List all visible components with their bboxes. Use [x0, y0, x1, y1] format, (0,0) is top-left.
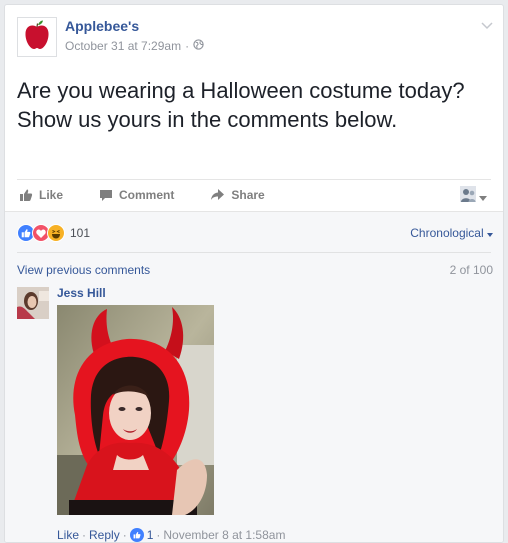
globe-icon[interactable]: [193, 39, 204, 53]
comments-section: 101 Chronological View previous comments…: [5, 211, 503, 542]
comment-bubble-icon: [99, 189, 113, 202]
comment-timestamp[interactable]: November 8 at 1:58am: [163, 528, 285, 542]
reactions-summary[interactable]: 101: [17, 224, 90, 242]
post-meta: October 31 at 7:29am ·: [65, 39, 204, 53]
comment-sort-dropdown[interactable]: Chronological: [410, 226, 493, 240]
post-header: Applebee's October 31 at 7:29am ·: [5, 5, 503, 65]
comment-like-link[interactable]: Like: [57, 528, 79, 542]
divider: [17, 252, 491, 253]
comment-button[interactable]: Comment: [99, 188, 174, 202]
sort-label: Chronological: [410, 226, 484, 240]
like-label: Like: [39, 188, 64, 202]
share-arrow-icon: [210, 189, 225, 201]
reaction-count: 101: [70, 226, 91, 240]
comment-like-badge-icon[interactable]: [129, 528, 144, 542]
share-button[interactable]: Share: [210, 188, 265, 202]
post-text: Are you wearing a Halloween costume toda…: [17, 78, 465, 132]
comment-like-count[interactable]: 1: [147, 528, 154, 542]
comment-count: 2 of 100: [449, 263, 493, 277]
viewer-avatar: [460, 186, 476, 207]
meta-separator: ·: [185, 39, 190, 53]
page-avatar[interactable]: [17, 17, 57, 57]
apple-logo-icon: [22, 19, 52, 56]
haha-reaction-icon: [47, 224, 65, 242]
caret-down-icon: [487, 226, 493, 240]
caret-down-icon: [479, 188, 487, 206]
comment-author[interactable]: Jess Hill: [57, 286, 106, 300]
dot-separator: ·: [122, 528, 127, 542]
view-previous-comments-link[interactable]: View previous comments: [17, 263, 150, 277]
like-button[interactable]: Like: [19, 188, 63, 202]
post-action-bar: Like Comment Share: [17, 179, 491, 210]
dot-separator: ·: [82, 528, 87, 542]
comment-label: Comment: [119, 188, 175, 202]
page-name[interactable]: Applebee's: [65, 18, 139, 34]
post-card: Applebee's October 31 at 7:29am · Are yo…: [4, 4, 504, 543]
thumbs-up-icon: [19, 188, 33, 202]
post-timestamp[interactable]: October 31 at 7:29am: [65, 39, 181, 53]
post-options-chevron-icon[interactable]: [481, 17, 493, 35]
post-as-selector[interactable]: [460, 186, 487, 207]
comment-actions: Like · Reply · 1 · November 8 at 1:58am: [57, 528, 285, 542]
share-label: Share: [231, 188, 265, 202]
dot-separator: ·: [156, 528, 161, 542]
comment-photo[interactable]: [57, 305, 214, 515]
comment-reply-link[interactable]: Reply: [89, 528, 120, 542]
commenter-avatar[interactable]: [17, 287, 49, 319]
